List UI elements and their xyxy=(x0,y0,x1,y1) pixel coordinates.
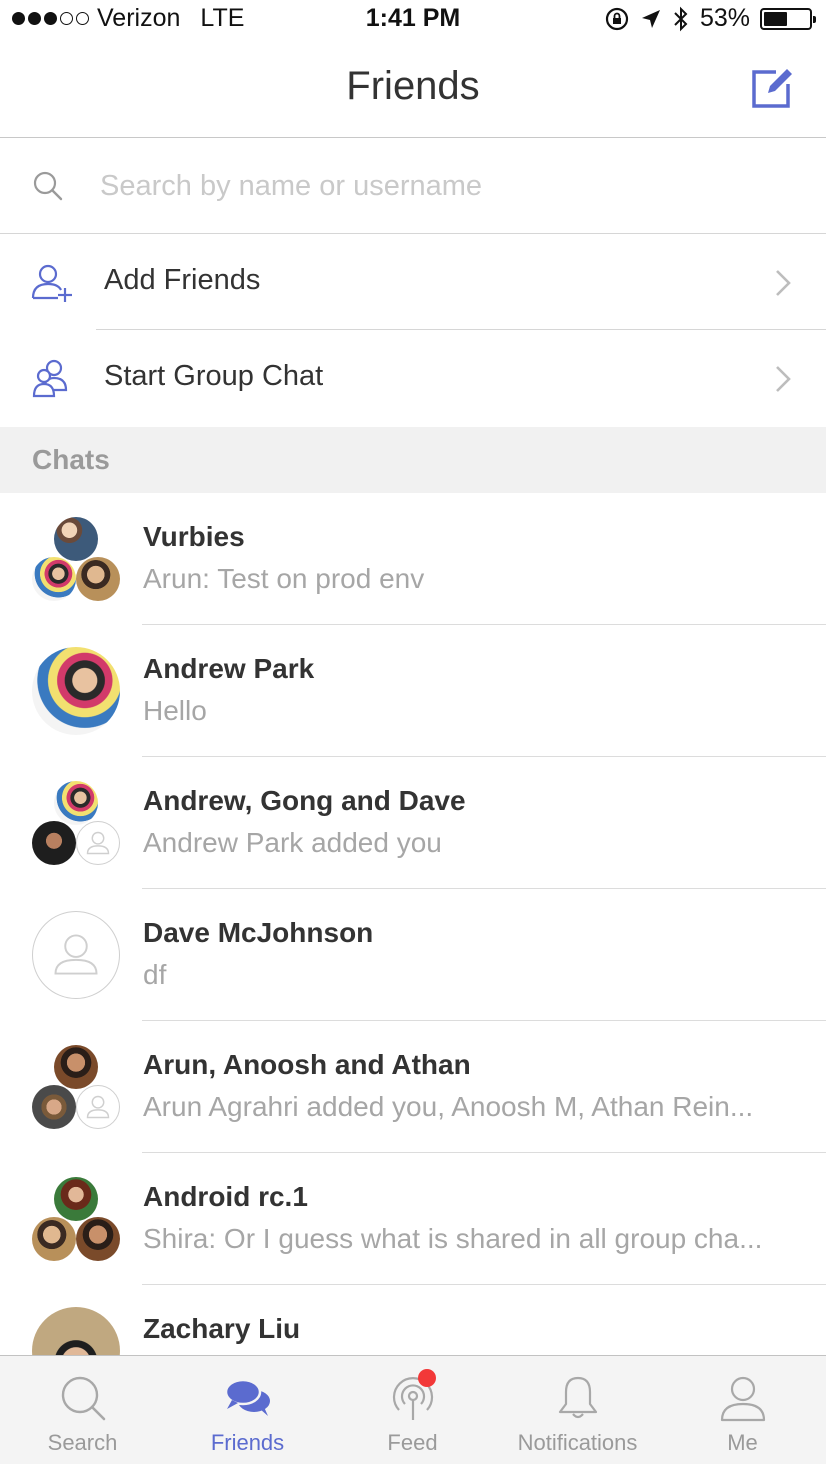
chevron-right-icon xyxy=(776,366,791,392)
chat-name: Andrew, Gong and Dave xyxy=(143,785,466,816)
search-input[interactable] xyxy=(100,164,780,208)
tab-label: Friends xyxy=(210,1430,285,1455)
chat-name: Zachary Liu xyxy=(143,1313,301,1344)
placeholder-avatar xyxy=(32,911,120,999)
avatar xyxy=(32,1217,76,1261)
avatar xyxy=(54,781,98,825)
compose-icon[interactable] xyxy=(750,66,794,110)
chat-name: Android rc.1 xyxy=(143,1181,308,1212)
avatar xyxy=(76,1217,120,1261)
chat-row[interactable]: Arun, Anoosh and Athan Arun Agrahri adde… xyxy=(0,1021,826,1153)
feed-notification-badge xyxy=(418,1369,436,1387)
chat-preview: Shira: Or I guess what is shared in all … xyxy=(143,1223,763,1254)
chat-preview: Hello xyxy=(143,695,207,726)
chat-row[interactable]: Android rc.1 Shira: Or I guess what is s… xyxy=(0,1153,826,1285)
start-group-chat-row[interactable]: Start Group Chat xyxy=(0,330,826,426)
tab-me[interactable]: Me xyxy=(660,1356,825,1464)
navigation-bar: Friends xyxy=(0,40,826,138)
placeholder-avatar xyxy=(76,821,120,865)
avatar xyxy=(54,1177,98,1221)
search-bar xyxy=(0,138,826,234)
chat-name: Vurbies xyxy=(143,521,245,552)
start-group-chat-label: Start Group Chat xyxy=(104,360,324,392)
battery-percent: 53% xyxy=(699,4,750,32)
group-icon xyxy=(32,359,68,398)
chat-preview: Andrew Park added you xyxy=(143,827,442,858)
chat-row[interactable]: Vurbies Arun: Test on prod env xyxy=(0,493,826,625)
search-icon xyxy=(61,1376,105,1421)
chat-name: Dave McJohnson xyxy=(143,917,374,948)
chat-preview: df xyxy=(143,959,167,990)
add-friends-label: Add Friends xyxy=(104,264,261,296)
avatar xyxy=(32,557,76,601)
person-placeholder-icon xyxy=(86,831,110,855)
location-arrow-icon xyxy=(641,9,660,28)
tab-notifications[interactable]: Notifications xyxy=(495,1356,660,1464)
chat-name: Andrew Park xyxy=(143,653,315,684)
tab-label: Feed xyxy=(387,1430,438,1455)
rotation-lock-icon xyxy=(605,7,629,30)
tab-search[interactable]: Search xyxy=(0,1356,165,1464)
bluetooth-icon xyxy=(674,6,688,31)
chat-bubbles-icon xyxy=(224,1378,270,1416)
tab-feed[interactable]: Feed xyxy=(330,1356,495,1464)
add-person-icon xyxy=(31,264,72,302)
person-icon xyxy=(720,1376,765,1422)
bell-icon xyxy=(558,1376,597,1419)
tab-label: Search xyxy=(47,1430,118,1455)
placeholder-avatar xyxy=(76,1085,120,1129)
chat-row[interactable]: Dave McJohnson df xyxy=(0,889,826,1021)
avatar xyxy=(76,557,120,601)
chats-section-header: Chats xyxy=(0,427,826,493)
battery-icon xyxy=(760,7,816,30)
tab-friends[interactable]: Friends xyxy=(165,1356,330,1464)
chat-name: Arun, Anoosh and Athan xyxy=(143,1049,471,1080)
person-placeholder-icon xyxy=(54,934,98,975)
chevron-right-icon xyxy=(776,270,791,296)
avatar xyxy=(32,647,120,735)
avatar xyxy=(54,1045,98,1089)
tab-bar: Search Friends Feed Notifications Me xyxy=(0,1355,826,1464)
chat-list: Vurbies Arun: Test on prod env Andrew Pa… xyxy=(0,493,826,1417)
tab-label: Notifications xyxy=(517,1430,638,1455)
avatar xyxy=(32,821,76,865)
page-title: Friends xyxy=(346,64,480,108)
chat-row[interactable]: Andrew, Gong and Dave Andrew Park added … xyxy=(0,757,826,889)
status-bar: Verizon LTE 1:41 PM 53% xyxy=(0,0,826,40)
avatar xyxy=(54,517,98,561)
chat-row[interactable]: Andrew Park Hello xyxy=(0,625,826,757)
search-icon xyxy=(33,171,63,201)
add-friends-row[interactable]: Add Friends xyxy=(0,234,826,330)
avatar xyxy=(32,1085,76,1129)
section-title: Chats xyxy=(32,444,110,475)
tab-label: Me xyxy=(727,1430,758,1455)
chat-preview: Arun Agrahri added you, Anoosh M, Athan … xyxy=(143,1091,754,1122)
person-placeholder-icon xyxy=(86,1095,110,1119)
chat-preview: Arun: Test on prod env xyxy=(143,563,425,594)
